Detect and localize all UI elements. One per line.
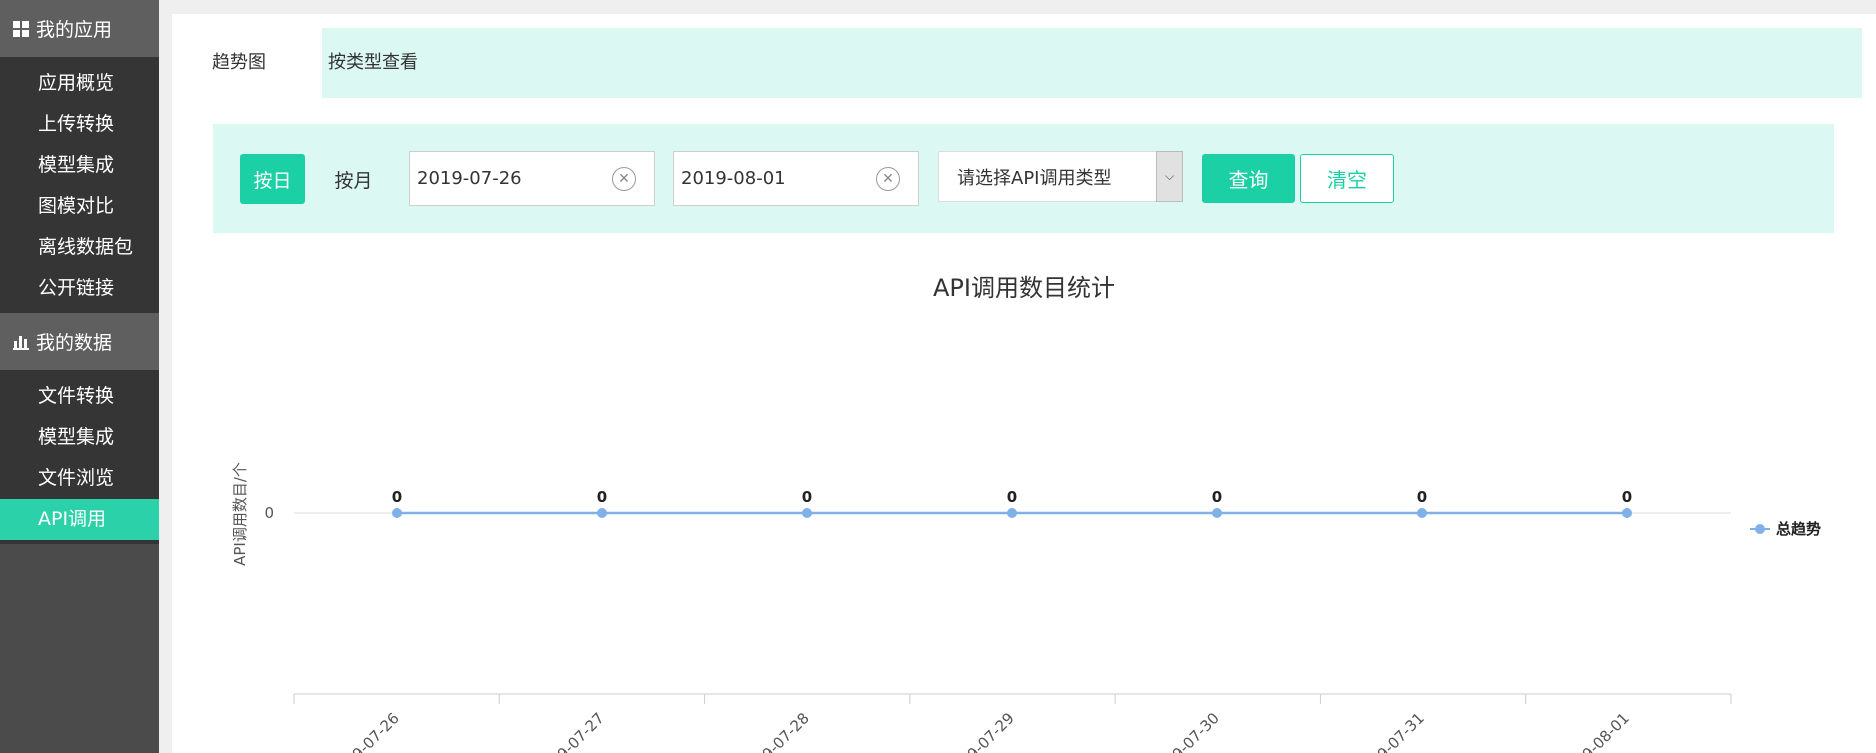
sidebar-item-api-calls[interactable]: API调用 [0,499,159,540]
data-point [597,508,607,518]
sidebar-item-upload-convert[interactable]: 上传转换 [0,104,159,145]
grid-icon [12,20,30,38]
sidebar-item-model-integration[interactable]: 模型集成 [0,145,159,186]
x-tick-label: 2019-07-30 [1148,709,1222,753]
data-label: 0 [1212,488,1222,506]
sidebar: 我的应用 应用概览 上传转换 模型集成 图模对比 离线数据包 公开链接 我的数据… [0,0,159,753]
sidebar-data-group: 文件转换 模型集成 文件浏览 API调用 [0,370,159,544]
x-tick-label: 2019-07-28 [738,709,812,753]
x-tick-label: 2019-07-29 [943,709,1017,753]
data-label: 0 [597,488,607,506]
x-tick-label: 2019-07-26 [328,709,402,753]
sidebar-item-app-overview[interactable]: 应用概览 [0,63,159,104]
data-point [1212,508,1222,518]
sidebar-section-my-apps[interactable]: 我的应用 [0,0,159,57]
data-label: 0 [392,488,402,506]
sidebar-item-offline-package[interactable]: 离线数据包 [0,227,159,268]
data-point [1417,508,1427,518]
x-tick-label: 2019-07-31 [1353,709,1427,753]
bar-chart-icon [12,333,30,351]
sidebar-item-model-integration-data[interactable]: 模型集成 [0,417,159,458]
data-point [392,508,402,518]
data-point [802,508,812,518]
x-tick-label: 2019-07-27 [533,709,607,753]
sidebar-item-public-link[interactable]: 公开链接 [0,268,159,309]
legend-marker [1755,524,1765,534]
sidebar-item-file-convert[interactable]: 文件转换 [0,376,159,417]
sidebar-section-label: 我的数据 [36,332,113,354]
sidebar-item-drawing-model-compare[interactable]: 图模对比 [0,186,159,227]
data-label: 0 [1622,488,1632,506]
legend-label: 总趋势 [1776,520,1821,538]
data-point [1622,508,1632,518]
y-tick-label: 0 [264,504,274,522]
sidebar-app-group: 应用概览 上传转换 模型集成 图模对比 离线数据包 公开链接 [0,57,159,313]
sidebar-section-label: 我的应用 [36,19,113,41]
sidebar-item-file-browse[interactable]: 文件浏览 [0,458,159,499]
y-axis-label: API调用数目/个 [231,462,249,566]
data-label: 0 [1007,488,1017,506]
line-chart: 0 API调用数目/个 2019-07-26 2019-07-27 2019-07-28… [231,462,1821,753]
data-label: 0 [1417,488,1427,506]
data-label: 0 [802,488,812,506]
main-panel: 按类型查看 趋势图 按日 按月 2019-07-26 ✕ 2019-08-01 … [172,14,1876,753]
sidebar-section-my-data[interactable]: 我的数据 [0,313,159,370]
x-tick-label: 2019-08-01 [1558,709,1632,753]
data-point [1007,508,1017,518]
